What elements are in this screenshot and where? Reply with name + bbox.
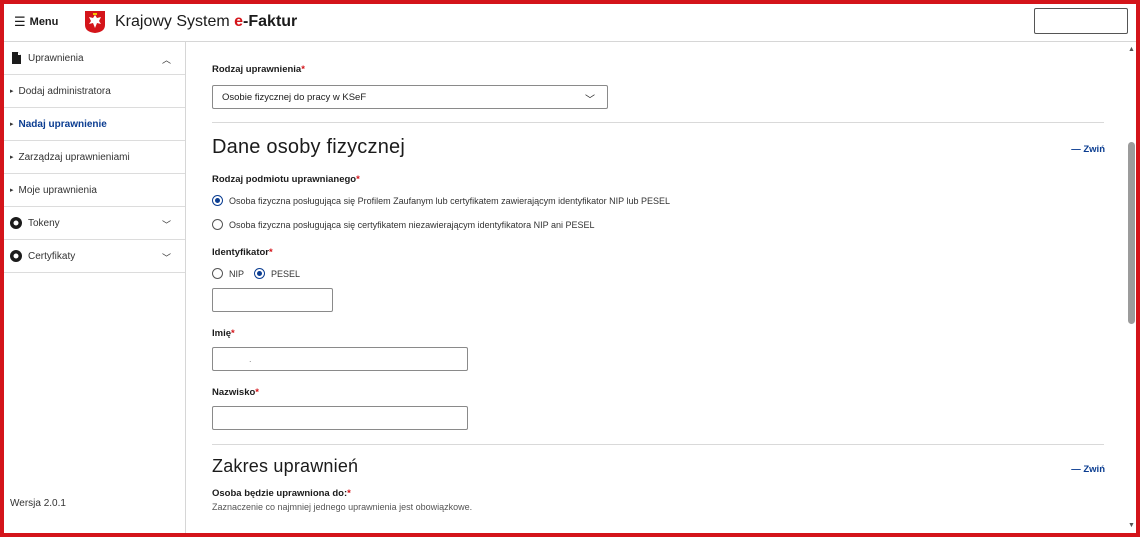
entity-option-2-row: Osoba fizyczna posługująca się certyfika… bbox=[212, 219, 595, 230]
section-title-person-data: Dane osoby fizycznej bbox=[212, 136, 405, 158]
menu-button[interactable]: ☰ Menu bbox=[14, 15, 58, 28]
chevron-down-icon: ﹀ bbox=[161, 220, 171, 230]
last-name-label: Nazwisko* bbox=[212, 387, 259, 398]
sidebar-item-zarzadzaj-uprawnieniami[interactable]: ▸ Zarządzaj uprawnieniami bbox=[4, 141, 185, 174]
entity-option-1-radio[interactable] bbox=[212, 195, 223, 206]
entity-option-1-label: Osoba fizyczna posługująca się Profilem … bbox=[229, 195, 671, 206]
required-mark: * bbox=[231, 328, 235, 339]
main-content: Rodzaj uprawnienia* Osobie fizycznej do … bbox=[187, 42, 1127, 533]
sidebar-item-label: Tokeny bbox=[28, 217, 60, 229]
required-mark: * bbox=[347, 488, 351, 499]
chevron-up-icon: ︿ bbox=[161, 55, 171, 65]
permission-type-label: Rodzaj uprawnienia* bbox=[212, 64, 305, 75]
collapse-label: Zwiń bbox=[1083, 144, 1105, 155]
scroll-up-arrow-icon[interactable]: ▲ bbox=[1127, 46, 1136, 53]
app-version: Wersja 2.0.1 bbox=[10, 498, 66, 509]
hamburger-icon: ☰ bbox=[14, 14, 26, 29]
bullet-icon: ▸ bbox=[10, 121, 14, 128]
required-mark: * bbox=[269, 247, 273, 258]
page-scrollbar[interactable]: ▲ ▼ bbox=[1127, 42, 1136, 533]
collapse-person-data-button[interactable]: — Zwiń bbox=[1071, 144, 1105, 155]
first-name-label: Imię* bbox=[212, 328, 235, 339]
divider bbox=[212, 444, 1104, 445]
bullet-icon: ▸ bbox=[10, 88, 14, 95]
bullet-icon: ▸ bbox=[10, 154, 14, 161]
permission-type-select[interactable]: Osobie fizycznej do pracy w KSeF ﹀ bbox=[212, 85, 608, 109]
sidebar-item-label: Moje uprawnienia bbox=[18, 184, 97, 196]
permission-type-value: Osobie fizycznej do pracy w KSeF bbox=[222, 92, 367, 103]
app-title-e: e bbox=[234, 13, 244, 30]
section-title-permission-scope: Zakres uprawnień bbox=[212, 456, 359, 476]
nip-radio[interactable] bbox=[212, 268, 223, 279]
sidebar-item-label: Dodaj administratora bbox=[18, 85, 111, 97]
first-name-input[interactable]: . bbox=[212, 347, 468, 371]
sidebar-item-moje-uprawnienia[interactable]: ▸ Moje uprawnienia bbox=[4, 174, 185, 207]
sidebar: Uprawnienia ︿ ▸ Dodaj administratora ▸ N… bbox=[4, 42, 186, 533]
app-title: Krajowy System e-Faktur bbox=[115, 13, 297, 31]
entity-type-label: Rodzaj podmiotu uprawnianego* bbox=[212, 174, 360, 185]
certificate-icon bbox=[10, 250, 22, 262]
identifier-type-row: NIP PESEL bbox=[212, 268, 300, 279]
required-mark: * bbox=[356, 174, 360, 185]
sidebar-item-certyfikaty[interactable]: Certyfikaty ﹀ bbox=[4, 240, 185, 273]
scrollbar-thumb[interactable] bbox=[1128, 142, 1135, 324]
app-title-prefix: Krajowy System bbox=[115, 13, 235, 30]
sidebar-item-label: Certyfikaty bbox=[28, 250, 76, 262]
identifier-label: Identyfikator* bbox=[212, 247, 273, 258]
last-name-input[interactable] bbox=[212, 406, 468, 430]
scope-hint: Zaznaczenie co najmniej jednego uprawnie… bbox=[212, 502, 473, 512]
first-name-label-text: Imię bbox=[212, 328, 232, 339]
chevron-down-icon: ﹀ bbox=[585, 95, 595, 106]
identifier-label-text: Identyfikator bbox=[212, 247, 270, 258]
divider bbox=[212, 122, 1104, 123]
sidebar-item-label: Uprawnienia bbox=[28, 52, 84, 64]
header-action-box[interactable] bbox=[1034, 8, 1128, 34]
sidebar-item-dodaj-administratora[interactable]: ▸ Dodaj administratora bbox=[4, 75, 185, 108]
identifier-input[interactable] bbox=[212, 288, 333, 312]
pesel-label: PESEL bbox=[271, 268, 301, 279]
top-header: ☰ Menu Krajowy System e-Faktur bbox=[4, 4, 1136, 42]
token-icon bbox=[10, 217, 22, 229]
scope-label-text: Osoba będzie uprawniona do: bbox=[212, 488, 348, 499]
entity-type-label-text: Rodzaj podmiotu uprawnianego bbox=[212, 174, 357, 185]
required-mark: * bbox=[255, 387, 259, 398]
permission-type-label-text: Rodzaj uprawnienia bbox=[212, 64, 302, 75]
app-frame: ☰ Menu Krajowy System e-Faktur Uprawnien… bbox=[0, 0, 1140, 537]
sidebar-item-label: Zarządzaj uprawnieniami bbox=[18, 151, 130, 163]
sidebar-item-nadaj-uprawnienie[interactable]: ▸ Nadaj uprawnienie bbox=[4, 108, 185, 141]
sidebar-item-uprawnienia[interactable]: Uprawnienia ︿ bbox=[4, 42, 185, 75]
bullet-icon: ▸ bbox=[10, 187, 14, 194]
pesel-radio[interactable] bbox=[254, 268, 266, 279]
scroll-down-arrow-icon[interactable]: ▼ bbox=[1127, 522, 1136, 529]
document-icon bbox=[12, 52, 21, 64]
required-mark: * bbox=[301, 64, 305, 75]
eagle-emblem-icon bbox=[85, 11, 105, 33]
chevron-down-icon: ﹀ bbox=[161, 253, 171, 263]
nip-label: NIP bbox=[229, 268, 245, 279]
collapse-permission-scope-button[interactable]: — Zwiń bbox=[1071, 464, 1105, 475]
app-title-suffix: -Faktur bbox=[243, 13, 298, 30]
entity-option-2-radio[interactable] bbox=[212, 219, 223, 230]
entity-option-1-row: Osoba fizyczna posługująca się Profilem … bbox=[212, 195, 670, 206]
menu-label: Menu bbox=[29, 15, 59, 28]
last-name-label-text: Nazwisko bbox=[212, 387, 256, 398]
collapse-label: Zwiń bbox=[1083, 464, 1105, 475]
entity-option-2-label: Osoba fizyczna posługująca się certyfika… bbox=[229, 219, 595, 230]
sidebar-item-label: Nadaj uprawnienie bbox=[18, 118, 107, 130]
scope-label: Osoba będzie uprawniona do:* bbox=[212, 488, 351, 499]
sidebar-item-tokeny[interactable]: Tokeny ﹀ bbox=[4, 207, 185, 240]
